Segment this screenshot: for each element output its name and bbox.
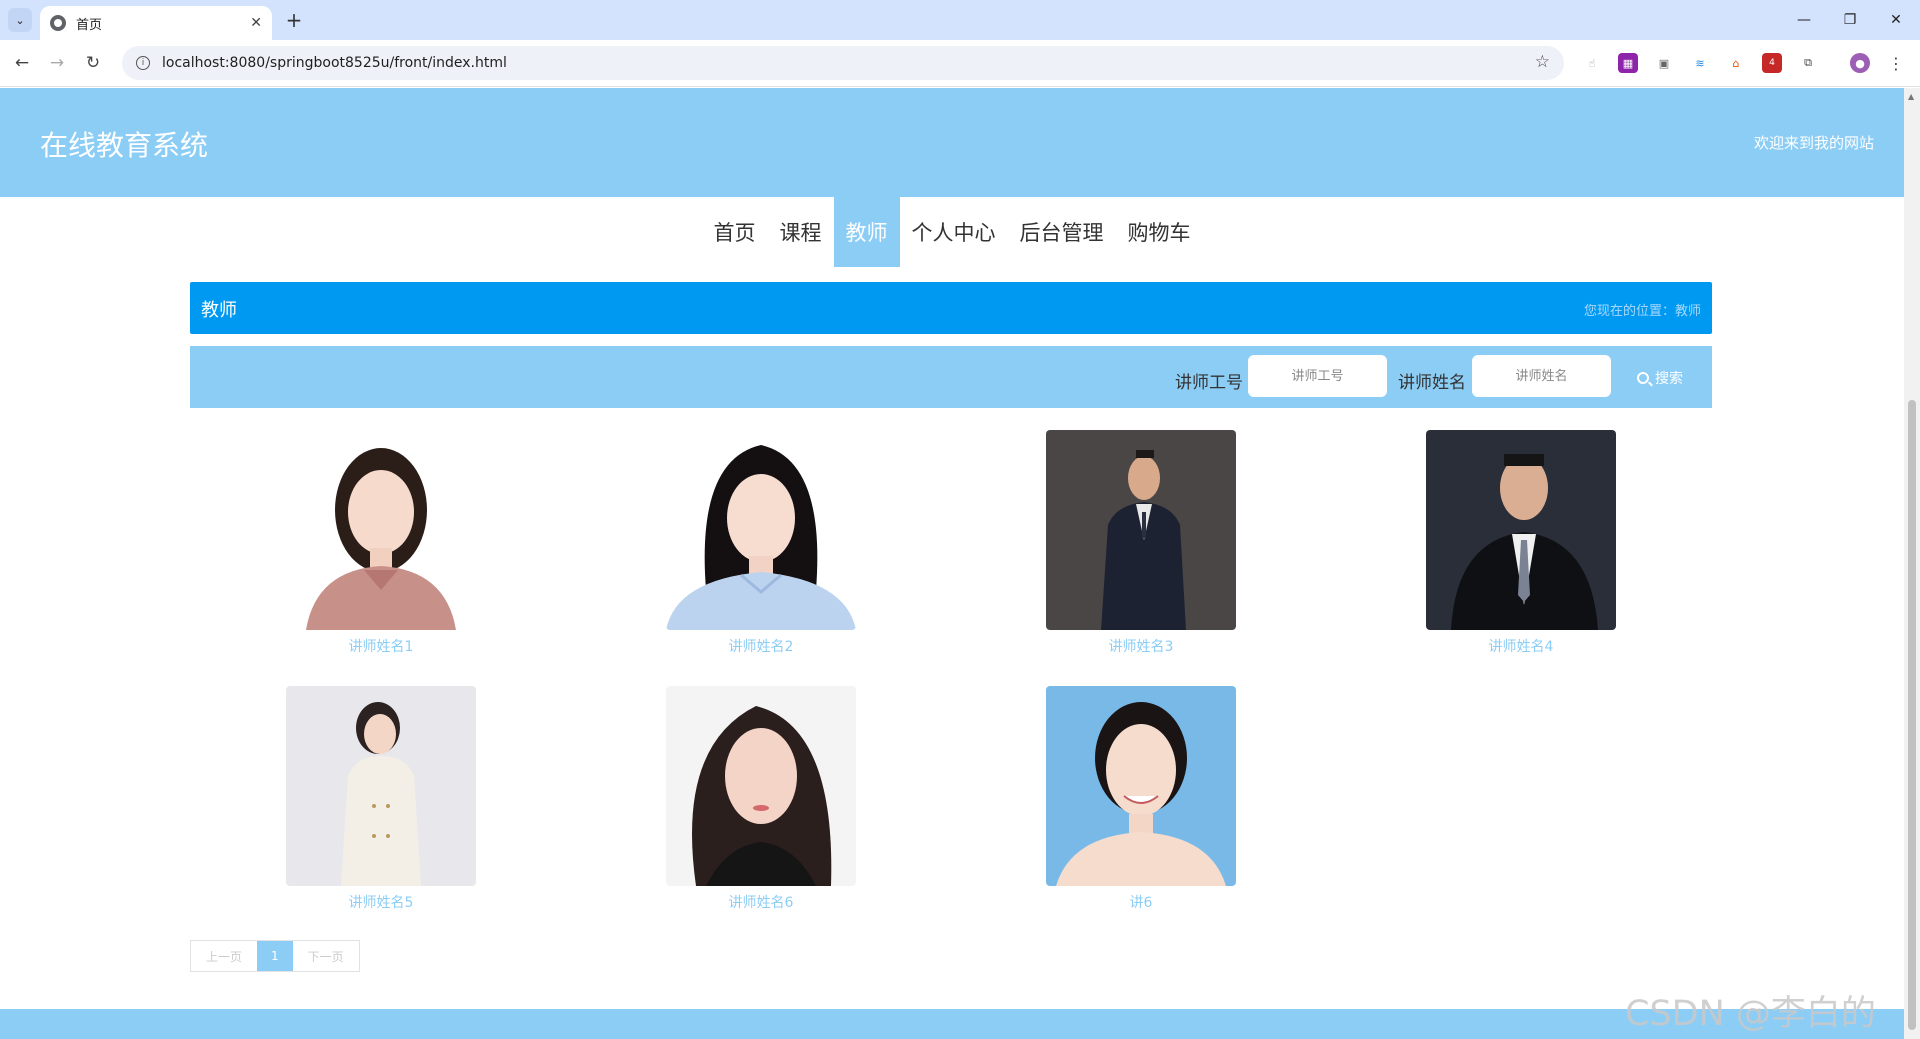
pagination: 上一页 1 下一页 bbox=[190, 940, 360, 972]
teacher-id-input[interactable] bbox=[1248, 355, 1387, 397]
breadcrumb: 您现在的位置：教师 bbox=[1583, 304, 1701, 319]
page-scrollbar[interactable]: ▲ bbox=[1904, 88, 1920, 1039]
teacher-card[interactable]: 讲师姓名3 bbox=[1046, 430, 1236, 660]
teacher-name[interactable]: 讲师姓名3 bbox=[1046, 636, 1236, 656]
site-header: 在线教育系统 欢迎来到我的网站 bbox=[0, 88, 1904, 197]
teacher-name[interactable]: 讲师姓名2 bbox=[666, 636, 856, 656]
extension-layers-icon[interactable]: ≋ bbox=[1690, 53, 1710, 73]
search-button-label: 搜索 bbox=[1655, 371, 1683, 387]
teacher-name[interactable]: 讲师姓名6 bbox=[666, 892, 856, 912]
teacher-photo[interactable] bbox=[1426, 430, 1616, 630]
minimize-icon[interactable]: — bbox=[1784, 8, 1824, 32]
browser-toolbar: ← → ↻ i localhost:8080/springboot8525u/f… bbox=[0, 40, 1920, 87]
search-bar: 讲师工号 讲师姓名 搜索 bbox=[190, 346, 1712, 408]
teacher-name[interactable]: 讲师姓名5 bbox=[286, 892, 476, 912]
teacher-name[interactable]: 讲师姓名4 bbox=[1426, 636, 1616, 656]
prev-page-button[interactable]: 上一页 bbox=[191, 941, 258, 971]
next-page-button[interactable]: 下一页 bbox=[292, 941, 359, 971]
teacher-photo[interactable] bbox=[1046, 686, 1236, 886]
teacher-card[interactable]: 讲师姓名5 bbox=[286, 686, 476, 916]
browser-menu-icon[interactable]: ⋮ bbox=[1886, 53, 1906, 73]
section-title-bar: 教师 您现在的位置：教师 bbox=[190, 282, 1712, 334]
nav-item-teachers[interactable]: 教师 bbox=[833, 197, 900, 267]
teacher-name[interactable]: 讲师姓名1 bbox=[286, 636, 476, 656]
watermark-text: CSDN @李白的粉 bbox=[1625, 994, 1876, 1034]
nav-item-personal-center[interactable]: 个人中心 bbox=[900, 197, 1008, 267]
search-button[interactable]: 搜索 bbox=[1637, 368, 1683, 388]
teacher-card[interactable]: 讲师姓名1 bbox=[286, 430, 476, 660]
bookmark-star-icon[interactable]: ☆ bbox=[1535, 52, 1550, 72]
reload-icon[interactable]: ↻ bbox=[81, 51, 105, 75]
teacher-photo[interactable] bbox=[1046, 430, 1236, 630]
teacher-name[interactable]: 讲6 bbox=[1046, 892, 1236, 912]
tab-search-chevron-icon[interactable]: ⌄ bbox=[8, 8, 32, 32]
teacher-card[interactable]: 讲6 bbox=[1046, 686, 1236, 916]
tab-title: 首页 bbox=[76, 17, 103, 33]
extension-pointer-icon[interactable]: ☝ bbox=[1582, 53, 1602, 73]
site-title: 在线教育系统 bbox=[40, 129, 209, 162]
site-info-icon[interactable]: i bbox=[136, 56, 150, 70]
address-bar[interactable]: i localhost:8080/springboot8525u/front/i… bbox=[122, 46, 1564, 80]
nav-item-courses[interactable]: 课程 bbox=[768, 197, 834, 267]
teacher-name-input[interactable] bbox=[1472, 355, 1611, 397]
restore-icon[interactable]: ❐ bbox=[1830, 8, 1870, 32]
teacher-card[interactable]: 讲师姓名6 bbox=[666, 686, 856, 916]
teacher-photo[interactable] bbox=[666, 686, 856, 886]
site-footer bbox=[0, 1009, 1904, 1039]
teacher-card[interactable]: 讲师姓名2 bbox=[666, 430, 856, 660]
new-tab-plus-icon[interactable]: + bbox=[282, 8, 306, 32]
teacher-photo[interactable] bbox=[666, 430, 856, 630]
close-window-icon[interactable]: ✕ bbox=[1876, 8, 1916, 32]
page-viewport: 在线教育系统 欢迎来到我的网站 首页 课程 教师 个人中心 后台管理 购物车 教… bbox=[0, 88, 1904, 1039]
extension-shield-icon[interactable]: 4 bbox=[1762, 53, 1782, 73]
teacher-photo[interactable] bbox=[286, 430, 476, 630]
tab-close-icon[interactable]: ✕ bbox=[250, 15, 262, 31]
extension-purple-icon[interactable]: ▦ bbox=[1618, 53, 1638, 73]
extensions-puzzle-icon[interactable]: ⧉ bbox=[1798, 53, 1818, 73]
profile-avatar[interactable]: ● bbox=[1850, 53, 1870, 73]
extension-tree-icon[interactable]: ⌂ bbox=[1726, 53, 1746, 73]
search-icon bbox=[1637, 372, 1649, 384]
current-page[interactable]: 1 bbox=[257, 941, 293, 971]
teacher-photo[interactable] bbox=[286, 686, 476, 886]
teacher-card[interactable]: 讲师姓名4 bbox=[1426, 430, 1616, 660]
teacher-name-label: 讲师姓名 bbox=[1398, 373, 1466, 393]
scroll-up-icon[interactable]: ▲ bbox=[1908, 92, 1914, 101]
nav-item-admin[interactable]: 后台管理 bbox=[1008, 197, 1116, 267]
browser-tab[interactable]: 首页 ✕ bbox=[40, 6, 272, 40]
globe-icon bbox=[50, 15, 66, 31]
extension-game-icon[interactable]: ▣ bbox=[1654, 53, 1674, 73]
forward-arrow-icon[interactable]: → bbox=[45, 51, 69, 75]
extension-badge: 4 bbox=[1769, 58, 1775, 68]
url-text: localhost:8080/springboot8525u/front/ind… bbox=[162, 55, 507, 71]
browser-tab-bar: ⌄ 首页 ✕ + — ❐ ✕ bbox=[0, 0, 1920, 40]
nav-item-cart[interactable]: 购物车 bbox=[1116, 197, 1203, 267]
back-arrow-icon[interactable]: ← bbox=[10, 51, 34, 75]
welcome-text: 欢迎来到我的网站 bbox=[1753, 134, 1874, 152]
nav-item-home[interactable]: 首页 bbox=[702, 197, 768, 267]
main-nav: 首页 课程 教师 个人中心 后台管理 购物车 bbox=[0, 197, 1904, 267]
section-title: 教师 bbox=[201, 300, 237, 321]
scrollbar-thumb[interactable] bbox=[1908, 400, 1916, 1030]
teacher-id-label: 讲师工号 bbox=[1175, 373, 1243, 393]
